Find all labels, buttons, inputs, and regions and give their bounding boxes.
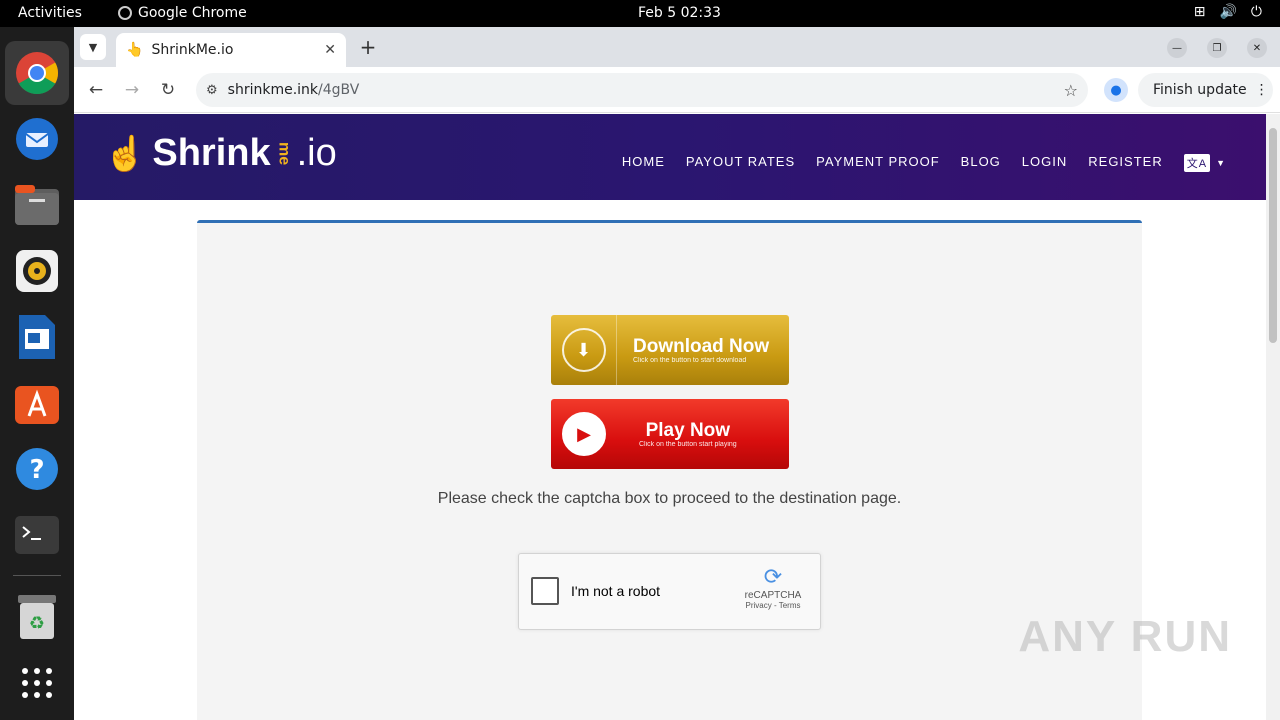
nav-payment-proof[interactable]: PAYMENT PROOF bbox=[816, 154, 940, 172]
url-path: /4gBV bbox=[318, 82, 360, 98]
writer-icon bbox=[19, 315, 55, 359]
show-apps-button[interactable] bbox=[13, 659, 61, 707]
network-icon: ⊞ bbox=[1193, 4, 1206, 20]
dock-separator bbox=[13, 575, 61, 576]
tab-active[interactable]: 👆 ShrinkMe.io ✕ bbox=[116, 33, 346, 67]
logo-tld: .io bbox=[296, 132, 337, 174]
clock[interactable]: Feb 5 02:33 bbox=[638, 5, 721, 21]
translate-icon: 文A bbox=[1183, 154, 1211, 172]
new-tab-button[interactable]: + bbox=[356, 35, 380, 59]
language-selector[interactable]: 文A ▼ bbox=[1183, 154, 1226, 172]
download-title: Download Now bbox=[633, 335, 770, 357]
captcha-instruction: Please check the captcha box to proceed … bbox=[437, 490, 902, 507]
download-now-button[interactable]: ⬇ Download Now Click on the button to st… bbox=[551, 315, 789, 385]
address-bar[interactable]: ⚙ shrinkme.ink/4gBV ☆ bbox=[196, 73, 1088, 107]
dock-writer[interactable] bbox=[13, 313, 61, 361]
tab-strip: ▼ 👆 ShrinkMe.io ✕ + — ❐ ✕ bbox=[74, 27, 1280, 67]
hand-pointer-icon: ☝ bbox=[104, 134, 147, 173]
speaker-icon bbox=[16, 250, 58, 292]
scrollbar-thumb[interactable] bbox=[1269, 128, 1277, 343]
recaptcha-privacy-terms[interactable]: Privacy - Terms bbox=[738, 601, 808, 610]
chrome-icon bbox=[16, 52, 59, 95]
power-icon: ⏻ bbox=[1250, 4, 1262, 20]
tab-title: ShrinkMe.io bbox=[151, 42, 234, 58]
play-title: Play Now bbox=[645, 419, 731, 441]
chevron-down-icon: ▼ bbox=[88, 40, 98, 54]
anyrun-watermark: ANY RUN bbox=[1018, 612, 1232, 661]
play-subtitle: Click on the button start playing bbox=[639, 440, 737, 448]
dock-help[interactable]: ? bbox=[13, 445, 61, 493]
volume-icon: 🔊 bbox=[1219, 4, 1237, 20]
play-now-button[interactable]: ▶ Play Now Click on the button start pla… bbox=[551, 399, 789, 469]
close-tab-icon[interactable]: ✕ bbox=[324, 42, 336, 58]
bookmark-star-icon[interactable]: ☆ bbox=[1064, 81, 1078, 100]
download-subtitle: Click on the button to start download bbox=[633, 356, 747, 364]
terminal-icon bbox=[15, 516, 59, 554]
play-icon-box: ▶ bbox=[551, 399, 617, 469]
main-nav: HOME PAYOUT RATES PAYMENT PROOF BLOG LOG… bbox=[622, 154, 1226, 172]
browser-toolbar: ← → ↻ ⚙ shrinkme.ink/4gBV ☆ ● Finish upd… bbox=[74, 67, 1280, 113]
recaptcha-logo: ⟳ reCAPTCHA Privacy - Terms bbox=[738, 564, 808, 610]
tab-search-button[interactable]: ▼ bbox=[80, 34, 106, 60]
dock-chrome[interactable] bbox=[5, 41, 69, 105]
nav-home[interactable]: HOME bbox=[622, 154, 665, 172]
content-card: ⬇ Download Now Click on the button to st… bbox=[197, 220, 1142, 720]
url-host: shrinkme.ink bbox=[227, 82, 319, 98]
finish-update-button[interactable]: Finish update ⋮ bbox=[1138, 73, 1273, 107]
minimize-button[interactable]: — bbox=[1167, 38, 1187, 58]
back-button[interactable]: ← bbox=[85, 79, 107, 101]
recaptcha-label: I'm not a robot bbox=[571, 583, 661, 599]
site-info-icon[interactable]: ⚙ bbox=[206, 83, 218, 98]
forward-button[interactable]: → bbox=[121, 79, 143, 101]
grid-icon bbox=[22, 668, 52, 698]
favicon-hand-icon: 👆 bbox=[126, 42, 144, 58]
reload-button[interactable]: ↻ bbox=[157, 79, 179, 101]
system-top-bar: Activities Google Chrome Feb 5 02:33 ⊞ 🔊… bbox=[0, 0, 1280, 27]
more-menu-icon: ⋮ bbox=[1254, 82, 1269, 98]
profile-avatar[interactable]: ● bbox=[1104, 78, 1128, 102]
dock-app-center[interactable] bbox=[13, 379, 61, 427]
nav-register[interactable]: REGISTER bbox=[1088, 154, 1162, 172]
svg-text:♻: ♻ bbox=[29, 613, 45, 634]
nav-blog[interactable]: BLOG bbox=[961, 154, 1001, 172]
dock-terminal[interactable] bbox=[13, 511, 61, 559]
recaptcha-arrows-icon: ⟳ bbox=[763, 564, 783, 589]
app-menu[interactable]: Google Chrome bbox=[118, 5, 247, 21]
logo-me: me bbox=[275, 141, 293, 166]
folder-icon bbox=[15, 185, 59, 225]
app-name: Google Chrome bbox=[138, 5, 247, 21]
svg-text:?: ? bbox=[29, 455, 44, 485]
person-icon: ● bbox=[1110, 82, 1122, 98]
caret-down-icon: ▼ bbox=[1216, 158, 1226, 168]
maximize-button[interactable]: ❐ bbox=[1207, 38, 1227, 58]
thunderbird-icon bbox=[16, 118, 58, 160]
app-center-icon bbox=[15, 386, 59, 424]
recaptcha-checkbox[interactable] bbox=[531, 577, 559, 605]
dock: ? ♻ bbox=[0, 27, 74, 720]
trash-icon: ♻ bbox=[18, 595, 56, 639]
close-window-button[interactable]: ✕ bbox=[1247, 38, 1267, 58]
activities-button[interactable]: Activities bbox=[18, 5, 82, 21]
shrinkme-logo[interactable]: ☝ Shrink me .io bbox=[104, 132, 337, 175]
dock-thunderbird[interactable] bbox=[13, 115, 61, 163]
document-download-icon: ⬇ bbox=[561, 328, 606, 372]
nav-payout-rates[interactable]: PAYOUT RATES bbox=[686, 154, 795, 172]
play-icon: ▶ bbox=[562, 412, 606, 456]
chrome-icon bbox=[118, 6, 132, 20]
logo-text: Shrink bbox=[152, 132, 271, 174]
page-scrollbar[interactable] bbox=[1266, 114, 1280, 720]
site-header: ☝ Shrink me .io HOME PAYOUT RATES PAYMEN… bbox=[74, 114, 1266, 200]
system-tray[interactable]: ⊞ 🔊 ⏻ bbox=[1194, 4, 1262, 20]
help-icon: ? bbox=[16, 448, 58, 490]
dock-trash[interactable]: ♻ bbox=[13, 593, 61, 641]
recaptcha-widget: I'm not a robot ⟳ reCAPTCHA Privacy - Te… bbox=[518, 553, 821, 630]
finish-update-label: Finish update bbox=[1153, 82, 1247, 98]
download-icon-box: ⬇ bbox=[551, 315, 617, 385]
recaptcha-brand: reCAPTCHA bbox=[744, 590, 802, 601]
dock-rhythmbox[interactable] bbox=[13, 247, 61, 295]
nav-login[interactable]: LOGIN bbox=[1022, 154, 1067, 172]
dock-files[interactable] bbox=[13, 181, 61, 229]
